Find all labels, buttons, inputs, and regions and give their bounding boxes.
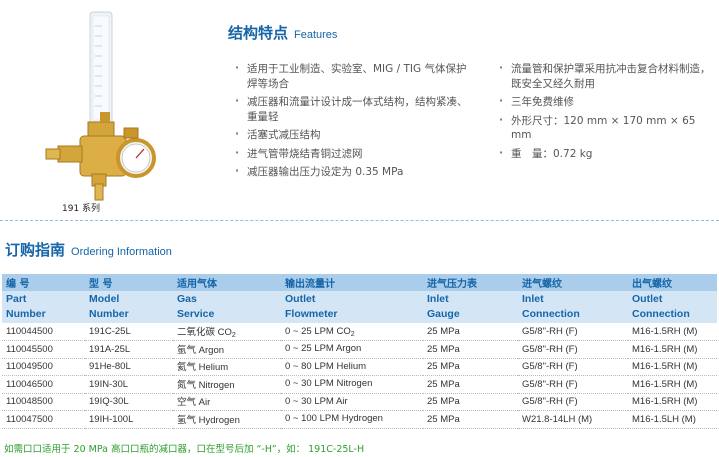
cell-model: 19IQ-30L (85, 393, 173, 411)
cell-model: 19IH-100L (85, 410, 173, 429)
cell-part: 110045500 (2, 340, 85, 359)
cell-gauge: 25 MPa (423, 375, 518, 394)
table-header-en: Part Number Model Number Gas Service Outlet… (2, 291, 717, 323)
table-row: 110046500 19IN-30L 氮气 Nitrogen 0 ~ 30 LPM N… (2, 375, 717, 394)
cell-outlet: M16-1.5RH (M) (628, 358, 717, 376)
cell-gas: 氮气 Nitrogen (173, 375, 281, 394)
cell-inlet: G5/8"-RH (F) (518, 393, 628, 411)
feature-item: 三年免费维修 (497, 94, 717, 110)
col-header-part: 编 号 (2, 274, 85, 291)
cell-part: 110048500 (2, 393, 85, 411)
cell-model: 191A-25L (85, 340, 173, 359)
cell-inlet: W21.8-14LH (M) (518, 410, 628, 429)
cell-gauge: 25 MPa (423, 340, 518, 359)
cell-inlet: G5/8"-RH (F) (518, 358, 628, 376)
cell-outlet: M16-1.5LH (M) (628, 410, 717, 429)
cell-gas: 空气 Air (173, 393, 281, 411)
table-row: 110045500 191A-25L 氩气 Argon 0 ~ 25 LPM Argo… (2, 340, 717, 359)
ordering-title-cn: 订购指南 (5, 241, 66, 259)
cell-outlet: M16-1.5RH (M) (628, 340, 717, 359)
feature-item: 活塞式减压结构 (233, 127, 473, 143)
feature-item: 外形尺寸：120 mm × 170 mm × 65 mm (497, 113, 717, 143)
cell-model: 91He-80L (85, 358, 173, 376)
col-header-inlet: 进气螺纹 (518, 274, 628, 291)
cell-part: 110044500 (2, 323, 85, 341)
table-row: 110049500 91He-80L 氦气 Helium 0 ~ 80 LPM He… (2, 358, 717, 376)
table-row: 110048500 19IQ-30L 空气 Air 0 ~ 30 LPM Air 25 … (2, 393, 717, 411)
table-row: 110044500 191C-25L 二氧化碳 CO2 0 ~ 25 LPM CO2 2… (2, 323, 717, 341)
product-caption: 191 系列 (62, 204, 101, 214)
col-header-en: Inlet Connection (518, 291, 628, 323)
ordering-heading: 订购指南 Ordering Information (5, 239, 172, 260)
cell-flowmeter: 0 ~ 30 LPM Nitrogen (281, 375, 423, 394)
ordering-title-en: Ordering Information (71, 246, 172, 258)
cell-model: 19IN-30L (85, 375, 173, 394)
col-header-en: Gas Service (173, 291, 281, 323)
cell-gauge: 25 MPa (423, 410, 518, 429)
cell-part: 110049500 (2, 358, 85, 376)
cell-gas: 氩气 Argon (173, 340, 281, 359)
table-row: 110047500 19IH-100L 氢气 Hydrogen 0 ~ 100 LPM… (2, 410, 717, 429)
footnote: 如需口口适用于 20 MPa 高口口瓶的减口器，口在型号后加 “-H”，如： 1… (4, 444, 365, 455)
table-header-cn: 编 号 型 号 适用气体 输出流量计 进气压力表 进气螺纹 出气螺纹 (2, 274, 717, 291)
section-divider (0, 220, 719, 221)
cell-outlet: M16-1.5RH (M) (628, 393, 717, 411)
features-list-right: 流量管和保护罩采用抗冲击复合材料制造，既安全又经久耐用 三年免费维修 外形尺寸：… (497, 61, 717, 165)
col-header-model: 型 号 (85, 274, 173, 291)
cell-gauge: 25 MPa (423, 393, 518, 411)
col-header-gas: 适用气体 (173, 274, 281, 291)
cell-flowmeter: 0 ~ 100 LPM Hydrogen (281, 410, 423, 429)
cell-model: 191C-25L (85, 323, 173, 341)
cell-flowmeter: 0 ~ 25 LPM CO2 (281, 323, 423, 341)
col-header-outlet: 出气螺纹 (628, 274, 717, 291)
cell-outlet: M16-1.5RH (M) (628, 375, 717, 394)
features-list-left: 适用于工业制造、实验室、MIG / TIG 气体保护焊等场合 减压器和流量计设计… (233, 61, 473, 184)
col-header-en: Outlet Connection (628, 291, 717, 323)
ordering-table: 编 号 型 号 适用气体 输出流量计 进气压力表 进气螺纹 出气螺纹 Part N… (2, 274, 717, 429)
cell-part: 110046500 (2, 375, 85, 394)
cell-inlet: G5/8"-RH (F) (518, 375, 628, 394)
table-body: 110044500 191C-25L 二氧化碳 CO2 0 ~ 25 LPM CO2 2… (2, 323, 717, 429)
col-header-en: Outlet Flowmeter (281, 291, 423, 323)
cell-flowmeter: 0 ~ 30 LPM Air (281, 393, 423, 411)
cell-flowmeter: 0 ~ 80 LPM Helium (281, 358, 423, 376)
feature-item: 重 量：0.72 kg (497, 146, 717, 162)
col-header-en: Model Number (85, 291, 173, 323)
feature-item: 适用于工业制造、实验室、MIG / TIG 气体保护焊等场合 (233, 61, 473, 91)
feature-item: 减压器输出压力设定为 0.35 MPa (233, 164, 473, 180)
col-header-en: Part Number (2, 291, 85, 323)
feature-item: 进气管带烧结青铜过滤网 (233, 146, 473, 162)
cell-inlet: G5/8"-RH (F) (518, 340, 628, 359)
cell-flowmeter: 0 ~ 25 LPM Argon (281, 340, 423, 359)
features-title-en: Features (294, 29, 338, 41)
regulator-product-image (45, 11, 156, 201)
cell-gas: 氦气 Helium (173, 358, 281, 376)
cell-gas: 二氧化碳 CO2 (173, 323, 281, 341)
cell-gauge: 25 MPa (423, 323, 518, 341)
feature-item: 流量管和保护罩采用抗冲击复合材料制造，既安全又经久耐用 (497, 61, 717, 91)
feature-item: 减压器和流量计设计成一体式结构，结构紧凑、重量轻 (233, 94, 473, 124)
features-heading: 结构特点 Features (228, 22, 337, 43)
col-header-en: Inlet Gauge (423, 291, 518, 323)
col-header-flowmeter: 输出流量计 (281, 274, 423, 291)
col-header-gauge: 进气压力表 (423, 274, 518, 291)
cell-outlet: M16-1.5RH (M) (628, 323, 717, 341)
cell-part: 110047500 (2, 410, 85, 429)
cell-inlet: G5/8"-RH (F) (518, 323, 628, 341)
cell-gauge: 25 MPa (423, 358, 518, 376)
cell-gas: 氢气 Hydrogen (173, 410, 281, 429)
features-title-cn: 结构特点 (228, 24, 289, 42)
